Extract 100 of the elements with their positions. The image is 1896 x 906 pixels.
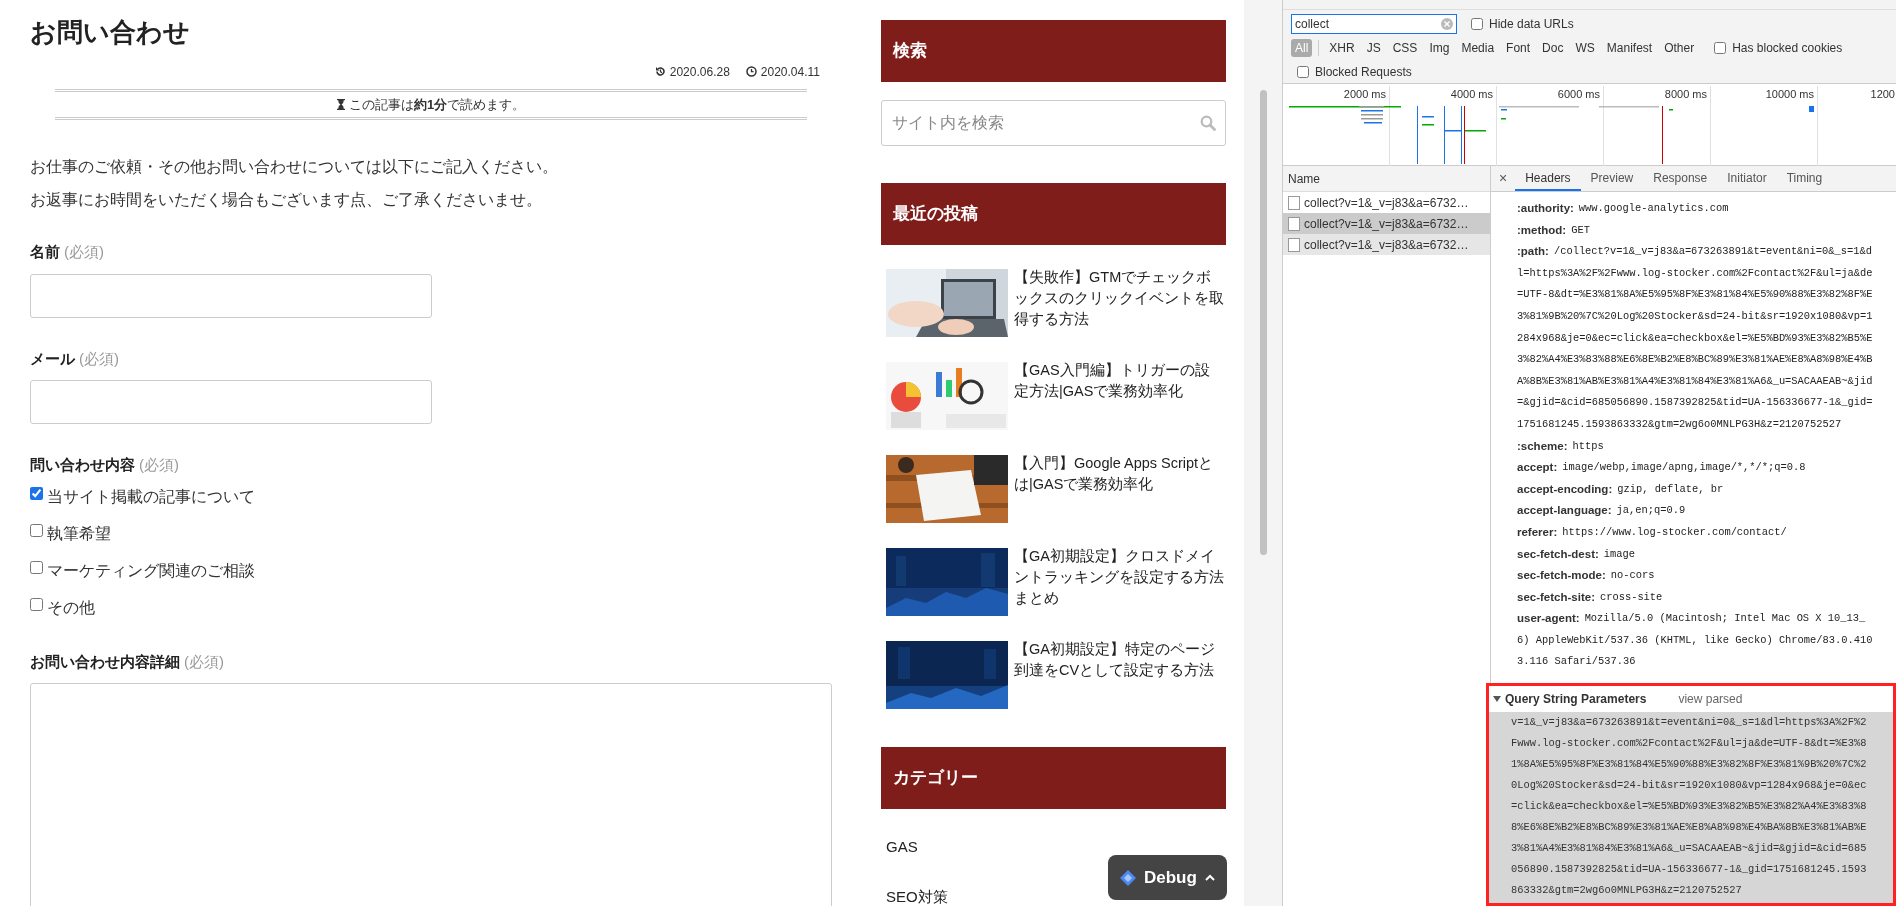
header-value: A%8B%E3%81%AB%E3%81%A4%E3%81%84%E3%81%A6&_u=SACAAEAB~&jid [1517,373,1874,389]
query-string-text: 0Log%20Stocker&sd=24-bit&sr=1920x1080&vp=1284x968&je=0&ec [1511,778,1868,793]
intro-text: お仕事のご依頼・その他お問い合わせについては以下にご記入ください。 [30,157,559,177]
post-link[interactable]: 【入門】Google Apps Scriptとは|GASで業務効率化 [1014,453,1224,523]
panel-tab[interactable]: Preview [1580,166,1644,191]
clock-icon [745,66,757,77]
query-string-text: 1%8A%E5%95%8F%E3%81%84%E5%90%88%E3%82%8F%E3%81%9B%20%7C%2 [1511,757,1868,772]
filter-field[interactable]: collect [1291,14,1457,34]
date-text: 2020.04.11 [760,63,820,81]
debug-button[interactable]: Debug [1108,855,1227,900]
type-filter[interactable]: XHR [1325,39,1359,57]
field-label: 問い合わせ内容 [30,455,135,475]
category-link[interactable]: SEO対策 [886,887,948,906]
checkbox[interactable] [30,487,43,500]
view-parsed-link[interactable]: view parsed [1678,690,1743,708]
query-string-text: 863332&gtm=2wg6o0MNLPG3H&z=2120752527 [1511,883,1743,898]
header-value: =UTF-8&dt=%E3%81%8A%E5%95%8F%E3%81%84%E5%90%88%E3%82%8F%E [1517,287,1874,303]
post-link[interactable]: 【失敗作】GTMでチェックボックスのクリックイベントを取得する方法 [1014,267,1224,337]
file-icon [1288,216,1300,231]
scrollbar[interactable] [1259,90,1267,555]
header-value: /collect?v=1&_v=j83&a=673263891&t=event&ni=0&_s=1&d [1553,244,1872,260]
search-field[interactable]: サイト内を検索 [881,100,1226,146]
column-header: Name [1283,166,1490,192]
header-value: l=https%3A%2F%2Fwww.log-stocker.com%2Fcontact%2F&ul=ja&de [1517,265,1874,281]
header-name: accept: [1517,460,1558,476]
header-value: image/webp,image/apng,image/*,*/*;q=0.8 [1562,460,1806,476]
checkbox-label: 執筆希望 [47,523,111,544]
panel-tab[interactable]: Initiator [1717,166,1777,191]
date-text: 2020.06.28 [669,63,730,81]
tick-label: 6000 ms [1557,88,1600,100]
header-name: referer: [1517,524,1558,540]
header-value: 3.116 Safari/537.36 [1517,654,1637,670]
widget-heading: 最近の投稿 [881,183,1226,245]
header-value: ja,en;q=0.9 [1616,503,1686,519]
checkbox[interactable] [30,524,43,537]
type-filter[interactable]: WS [1571,39,1599,57]
type-filter[interactable]: Font [1502,39,1535,57]
checkbox[interactable] [30,598,43,611]
header-name: accept-language: [1517,503,1612,519]
checkbox[interactable] [1471,18,1483,30]
request-row[interactable]: collect?v=1&_v=j83&a=6732… [1283,234,1490,255]
section-title: Query String Parameters [1505,691,1647,708]
checkbox-label: Has blocked cookies [1732,40,1843,57]
diamond-icon [1120,869,1136,886]
header-name: user-agent: [1517,611,1580,627]
query-string-text: =click&ea=checkbox&el=%E5%BD%93%E3%82%B5%E3%82%A4%E3%83%8 [1511,799,1868,814]
header-value: cross-site [1599,589,1663,605]
checkbox-label: マーケティング関連のご相談 [47,560,255,581]
header-name: :method: [1517,222,1567,238]
post-link[interactable]: 【GA初期設定】特定のページ到達をCVとして設定する方法 [1014,639,1224,709]
query-string-text: 056890.1587392825&tid=UA-156336677-1&_gid=1751681245.1593 [1511,862,1868,877]
header-value: 3%81%9B%20%7C%20Log%20Stocker&sd=24-bit&sr=1920x1080&vp=1 [1517,308,1874,324]
checkbox[interactable] [30,561,43,574]
update-icon [654,66,666,77]
post-link[interactable]: 【GAS入門編】トリガーの設定方法|GASで業務効率化 [1014,360,1224,430]
checkbox-label: 当サイト掲載の記事について [47,486,255,507]
intro-text: お返事にお時間をいただく場合もございます点、ご了承くださいませ。 [30,190,543,210]
type-filter[interactable]: Img [1425,39,1454,57]
panel-tab[interactable]: Response [1643,166,1718,191]
checkbox[interactable] [1297,65,1309,78]
header-name: :authority: [1517,201,1574,216]
type-filter[interactable]: CSS [1388,39,1422,57]
tick-label: 1200 [1870,88,1895,100]
type-filter[interactable]: JS [1362,39,1385,57]
header-value: 6) AppleWebKit/537.36 (KHTML, like Gecko) Chrome/83.0.410 [1517,632,1874,648]
query-string-text: Fwww.log-stocker.com%2Fcontact%2F&ul=ja&de=UTF-8&dt=%E3%8 [1511,736,1868,751]
checkbox-label: その他 [47,597,95,618]
type-filter[interactable]: Doc [1538,39,1568,57]
text-input[interactable] [30,273,432,318]
header-name: sec-fetch-dest: [1517,546,1599,562]
page-title: お問い合わせ [30,16,191,49]
post-link[interactable]: 【GA初期設定】クロスドメイントラッキングを設定する方法まとめ [1014,546,1224,616]
panel-tab[interactable]: Timing [1776,166,1833,191]
close-button[interactable]: × [1491,166,1516,191]
panel-tab[interactable]: Headers [1515,166,1581,191]
header-value: GET [1571,222,1590,238]
header-value: image [1603,546,1635,562]
header-name: sec-fetch-mode: [1517,568,1606,584]
type-filter[interactable]: Manifest [1602,39,1657,57]
text-input[interactable] [30,380,432,424]
header-name: :scheme: [1517,438,1568,454]
header-value: https://www.log-stocker.com/contact/ [1562,524,1787,540]
tick-label: 2000 ms [1343,88,1386,100]
type-filter[interactable]: Media [1457,39,1499,57]
category-link[interactable]: GAS [886,837,918,857]
request-row[interactable]: collect?v=1&_v=j83&a=6732… [1283,213,1490,234]
field-label: お問い合わせ内容詳細 [30,651,180,672]
hourglass-icon [336,98,345,110]
clear-icon [1441,18,1453,30]
header-name: accept-encoding: [1517,481,1613,497]
tick-label: 10000 ms [1765,88,1814,100]
checkbox[interactable] [1714,42,1727,54]
field-label: メール [30,348,75,369]
header-value: https [1572,438,1604,454]
file-icon [1288,237,1300,252]
field-label: 名前 [30,242,60,262]
header-value: 1751681245.1593863332&gtm=2wg6o0MNLPG3H&z=2120752527 [1517,416,1843,432]
type-filter[interactable]: Other [1660,39,1699,57]
widget-heading: 検索 [881,20,1226,82]
header-value: no-cors [1610,568,1655,584]
